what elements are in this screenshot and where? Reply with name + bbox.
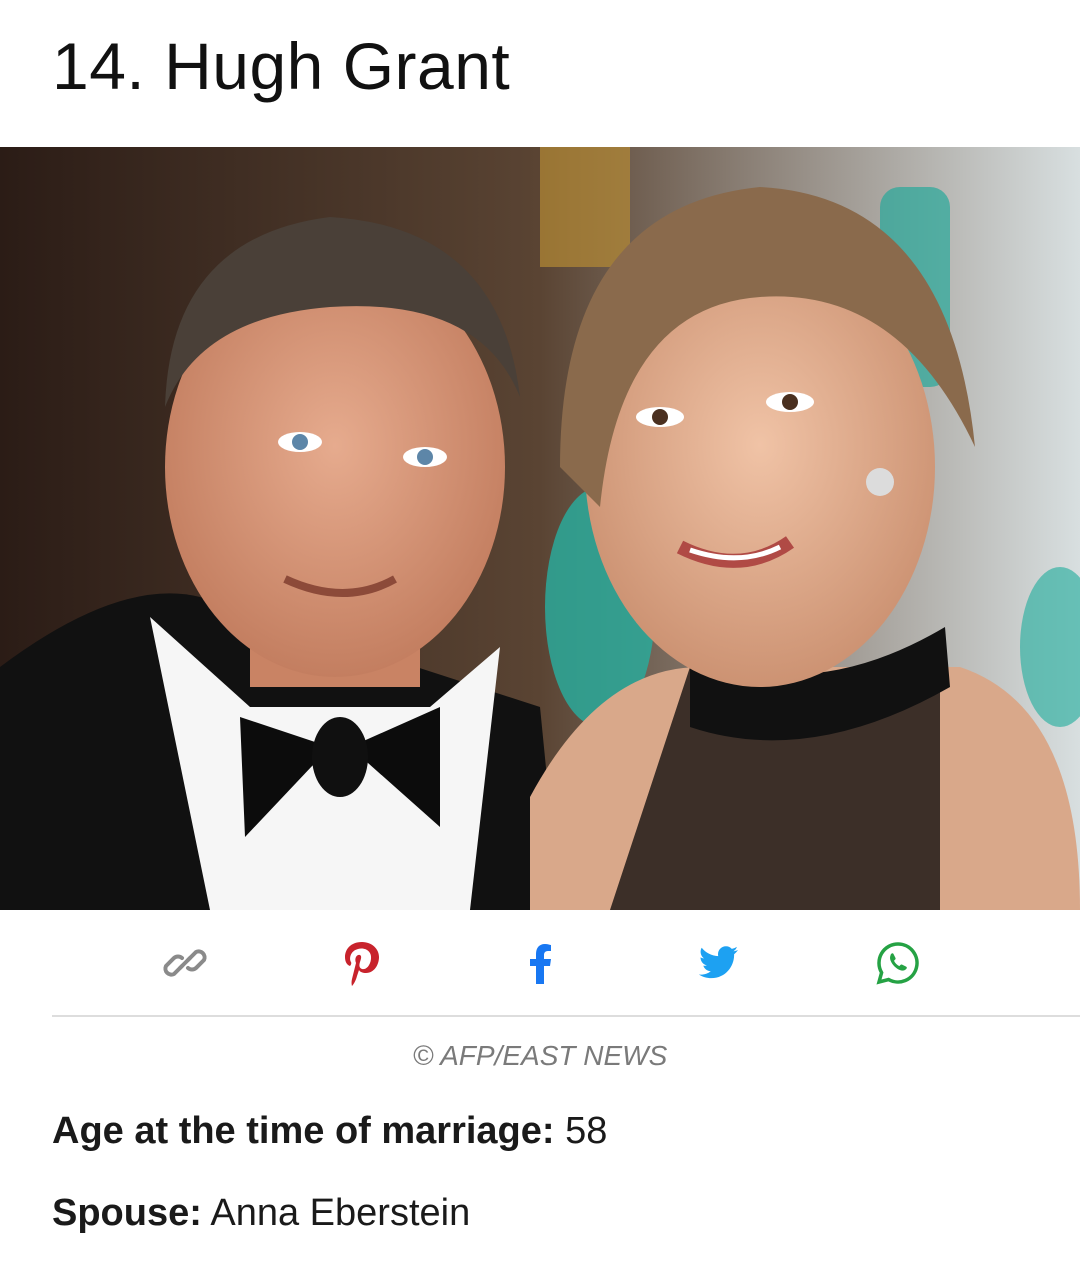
whatsapp-share-button[interactable] (873, 940, 923, 990)
fact-spouse: Spouse: Anna Eberstein (52, 1192, 470, 1235)
photo-credit: © AFP/EAST NEWS (412, 1040, 668, 1071)
twitter-icon (698, 945, 739, 985)
page-title: 14. Hugh Grant (52, 29, 511, 103)
fact-label: Age at the time of marriage: (52, 1110, 555, 1152)
pinterest-share-button[interactable] (337, 940, 387, 990)
fact-label: Spouse: (52, 1192, 202, 1234)
whatsapp-icon (876, 941, 920, 990)
fact-age-at-marriage: Age at the time of marriage: 58 (52, 1110, 607, 1153)
twitter-share-button[interactable] (694, 940, 744, 990)
article-photo (0, 147, 1080, 910)
pinterest-icon (342, 940, 382, 991)
fact-value: 58 (554, 1110, 608, 1152)
link-icon (163, 941, 207, 990)
facebook-share-button[interactable] (515, 940, 565, 990)
fact-value: Anna Eberstein (201, 1192, 471, 1234)
share-bar (0, 910, 1080, 1016)
facebook-icon (528, 942, 552, 989)
copy-link-button[interactable] (160, 940, 210, 990)
divider (52, 1015, 1080, 1017)
